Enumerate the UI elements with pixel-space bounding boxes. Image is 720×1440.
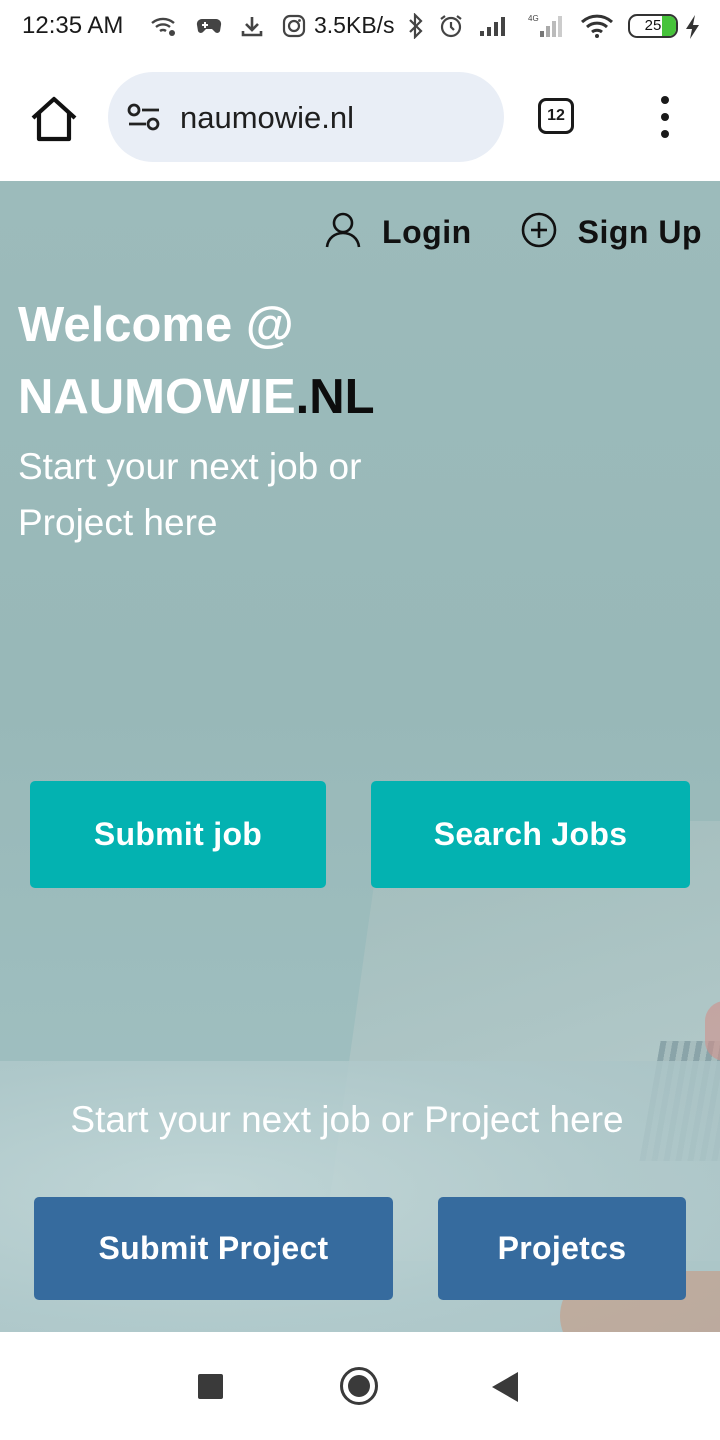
user-icon — [324, 211, 362, 254]
submit-project-button[interactable]: Submit Project — [34, 1197, 393, 1300]
hero-tagline: Start your next job or Project here — [70, 1099, 624, 1140]
network-speed: 3.5KB/s — [314, 12, 395, 38]
wifi-calling-icon — [150, 15, 178, 42]
battery-level: 25 — [644, 17, 662, 34]
signal-icon — [478, 15, 510, 42]
more-menu-icon[interactable] — [652, 96, 678, 140]
recents-icon[interactable] — [198, 1374, 223, 1399]
title-brand: NAUMOWIE — [18, 370, 296, 424]
browser-toolbar: naumowie.nl 12 — [0, 56, 720, 237]
svg-text:4G: 4G — [528, 14, 539, 23]
bluetooth-icon — [408, 12, 424, 44]
title-suffix: .NL — [295, 370, 375, 424]
back-icon[interactable] — [492, 1372, 518, 1402]
url-text: naumowie.nl — [180, 100, 355, 135]
status-time: 12:35 AM — [22, 12, 124, 39]
tabs-icon[interactable]: 12 — [538, 98, 574, 134]
charging-icon — [684, 14, 702, 45]
status-bar: 12:35 AM 3.5KB/s 4G 25 — [0, 0, 720, 56]
tab-count: 12 — [547, 107, 565, 124]
plus-circle-icon — [520, 211, 558, 254]
login-label: Login — [382, 214, 472, 250]
hero-section: Login Sign Up Welcome @ NAUMOWIE.NL Star… — [0, 181, 720, 1332]
download-icon — [240, 14, 264, 43]
projects-button[interactable]: Projetcs — [438, 1197, 686, 1300]
address-bar[interactable]: naumowie.nl — [108, 72, 504, 162]
auth-links: Login Sign Up — [324, 211, 702, 254]
system-nav-bar — [0, 1332, 720, 1440]
hero-subtitle: Start your next job or Project here — [18, 446, 362, 543]
battery-icon: 25 — [628, 14, 678, 38]
signup-label: Sign Up — [577, 214, 702, 250]
alarm-icon — [438, 13, 464, 44]
signup-link[interactable]: Sign Up — [520, 211, 702, 254]
home-circle-icon[interactable] — [340, 1367, 378, 1405]
login-link[interactable]: Login — [324, 211, 472, 254]
search-jobs-button[interactable]: Search Jobs — [371, 781, 690, 888]
wifi-icon — [580, 14, 614, 43]
instagram-icon — [282, 14, 306, 43]
title-line1: Welcome @ — [18, 298, 294, 352]
page-title: Welcome @ NAUMOWIE.NL — [18, 289, 375, 433]
gamepad-icon — [196, 16, 222, 41]
site-settings-icon[interactable] — [126, 103, 162, 136]
signal-4g-icon: 4G — [524, 13, 566, 44]
home-icon[interactable] — [28, 94, 80, 144]
submit-job-button[interactable]: Submit job — [30, 781, 326, 888]
